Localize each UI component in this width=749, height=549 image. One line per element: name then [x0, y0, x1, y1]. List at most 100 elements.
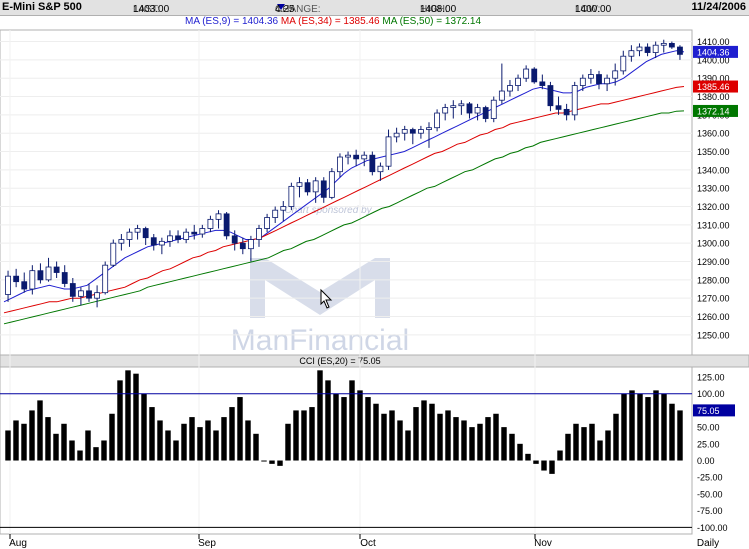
cci-bar — [109, 413, 115, 461]
candle-body — [21, 281, 28, 290]
candle-body — [239, 242, 246, 250]
cci-bar — [69, 440, 75, 461]
cci-bar — [621, 393, 627, 461]
cci-bar — [141, 393, 147, 461]
candle-body — [385, 136, 392, 167]
price-tick-label: 1330.00 — [697, 184, 730, 194]
time-tick-label: Nov — [534, 538, 552, 549]
cci-value-tag-label: 75.05 — [697, 406, 720, 416]
cci-bar — [525, 453, 531, 461]
value-tag-label: 1385.46 — [697, 82, 730, 92]
candle-body — [409, 129, 416, 134]
candle-body — [247, 239, 254, 250]
price-tick-label: 1300.00 — [697, 239, 730, 249]
candle-body — [53, 266, 60, 273]
candle-body — [450, 105, 457, 108]
cci-bar — [389, 410, 395, 461]
cci-tick-label: 100.00 — [697, 389, 725, 399]
cci-bar — [517, 443, 523, 461]
cci-tick-label: 0.00 — [697, 456, 715, 466]
candle-body — [280, 206, 287, 211]
cci-bar — [37, 400, 43, 461]
cci-bar — [293, 410, 299, 461]
cci-bar — [133, 373, 139, 461]
cci-bar — [605, 430, 611, 461]
candle-body — [604, 77, 611, 85]
cci-bar — [469, 427, 475, 461]
candle-body — [272, 209, 279, 218]
value-tag-label: 1404.36 — [697, 47, 730, 57]
cci-bar — [637, 393, 643, 461]
price-tick-label: 1320.00 — [697, 202, 730, 212]
cci-bar — [285, 423, 291, 461]
cci-bar — [653, 390, 659, 461]
cci-tick-label: -100.00 — [697, 523, 728, 533]
candle-body — [264, 217, 271, 229]
time-tick-label: Sep — [198, 538, 216, 549]
value-tag-label: 1372.14 — [697, 106, 730, 116]
cci-tick-label: 25.00 — [697, 439, 720, 449]
candle-body — [596, 74, 602, 85]
cci-axis: 125.00 100.00 75.05 50.00 25.00 0.00 -25.00 -50… — [693, 373, 735, 533]
cci-bar — [677, 410, 683, 461]
cci-bar — [381, 413, 387, 461]
cci-bar — [365, 397, 371, 461]
candle-body — [223, 213, 230, 237]
cci-bar — [549, 460, 555, 474]
candle-body — [175, 235, 181, 240]
cci-bar — [581, 427, 587, 461]
cci-bar — [445, 410, 451, 461]
time-tick-label: Daily — [697, 538, 719, 549]
cci-bar — [237, 397, 243, 461]
candle-body — [458, 103, 465, 107]
cci-bar — [349, 380, 355, 461]
candle-body — [207, 218, 214, 229]
candle-body — [401, 129, 408, 134]
cci-bar — [493, 413, 499, 461]
candle-body — [86, 290, 92, 299]
price-panel — [0, 29, 693, 356]
cci-bar — [213, 430, 219, 461]
candle-body — [434, 112, 441, 129]
cci-bar — [181, 423, 187, 461]
cci-tick-label: -25.00 — [697, 473, 723, 483]
candle-body — [490, 99, 497, 119]
cci-bar — [245, 420, 251, 461]
cci-bar — [317, 370, 323, 461]
cci-bar — [501, 427, 507, 461]
candle-body — [507, 85, 513, 92]
candle-body — [515, 77, 521, 86]
cci-bar — [277, 460, 283, 466]
cci-bar — [613, 413, 619, 461]
candle-body — [134, 228, 141, 233]
cci-bar — [301, 410, 307, 461]
candle-body — [660, 42, 667, 46]
candle-body — [312, 180, 319, 193]
candle-body — [353, 154, 360, 160]
candle-body — [191, 231, 198, 235]
cci-bar — [533, 460, 539, 464]
candle-body — [539, 81, 546, 86]
cci-bar — [429, 403, 435, 461]
candle-body — [337, 156, 343, 173]
price-tick-label: 1260.00 — [697, 312, 730, 322]
candle-body — [587, 74, 594, 79]
cci-bar — [589, 423, 595, 461]
cci-bar — [53, 433, 59, 461]
price-tick-label: 1360.00 — [697, 129, 730, 139]
candle-body — [555, 105, 562, 110]
candle-body — [523, 68, 530, 79]
cci-bar — [357, 390, 363, 461]
cci-bar — [437, 413, 443, 461]
cci-bar — [397, 420, 403, 461]
price-tick-label: 1340.00 — [697, 165, 730, 175]
candle-body — [369, 154, 376, 173]
price-tick-label: 1250.00 — [697, 330, 730, 340]
candle-body — [417, 129, 424, 134]
candle-body — [61, 272, 68, 284]
cci-tick-label: 125.00 — [697, 373, 725, 383]
candle-body — [304, 182, 311, 193]
cci-bar — [573, 423, 579, 461]
cci-bar — [405, 430, 411, 461]
price-tick-label: 1290.00 — [697, 257, 730, 267]
